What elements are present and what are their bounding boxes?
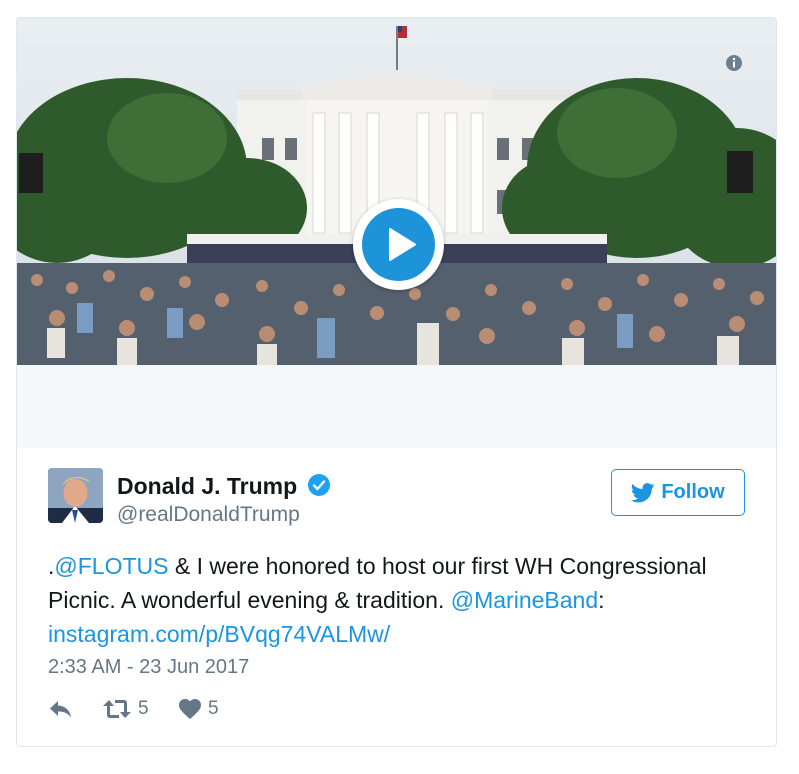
- instagram-link[interactable]: instagram.com/p/BVqg74VALMw/: [48, 621, 390, 647]
- tweet-text: .@FLOTUS & I were honored to host our fi…: [48, 549, 758, 651]
- like-count: 5: [208, 698, 219, 719]
- play-button[interactable]: [353, 199, 444, 290]
- verified-badge-icon: [308, 474, 330, 496]
- mention-flotus-link[interactable]: @FLOTUS: [54, 553, 168, 579]
- author-handle[interactable]: @realDonaldTrump: [117, 503, 300, 527]
- avatar[interactable]: [48, 468, 103, 523]
- reply-button[interactable]: [48, 698, 74, 720]
- info-icon[interactable]: [725, 54, 743, 72]
- retweet-icon: [103, 700, 131, 718]
- play-icon: [362, 208, 435, 281]
- video-media[interactable]: [17, 18, 776, 448]
- follow-button[interactable]: Follow: [611, 469, 745, 516]
- tweet-timestamp[interactable]: 2:33 AM - 23 Jun 2017: [48, 656, 249, 679]
- like-button[interactable]: 5: [178, 698, 219, 720]
- embedded-tweet-card: Donald J. Trump @realDonaldTrump Follow …: [16, 17, 777, 747]
- follow-label: Follow: [661, 481, 725, 503]
- mention-marineband-link[interactable]: @MarineBand: [451, 587, 598, 613]
- heart-icon: [179, 699, 201, 719]
- twitter-bird-icon: [631, 482, 655, 502]
- video-thumbnail[interactable]: [17, 18, 776, 365]
- author-name[interactable]: Donald J. Trump: [117, 473, 297, 500]
- retweet-count: 5: [138, 698, 149, 719]
- retweet-button[interactable]: 5: [102, 698, 149, 720]
- reply-icon: [50, 701, 71, 718]
- tweet-text-part2: :: [598, 587, 605, 613]
